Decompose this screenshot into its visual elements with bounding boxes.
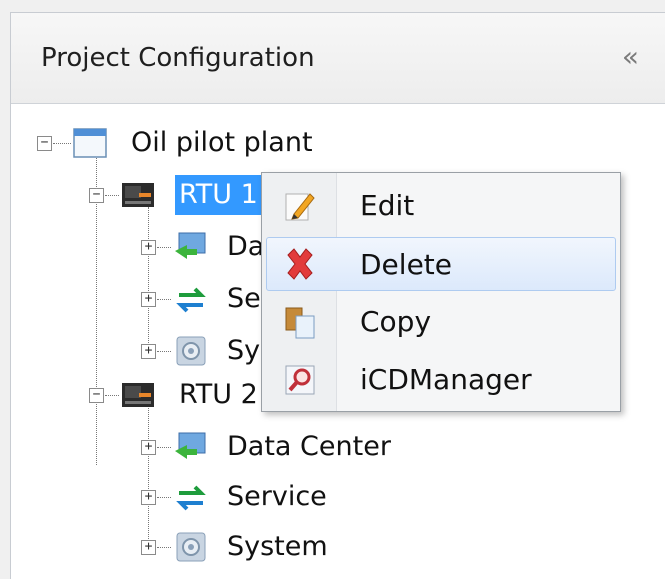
system-gear-icon <box>176 336 206 366</box>
tree-node-label: Oil pilot plant <box>131 127 313 158</box>
tree-node-root[interactable]: − Oil pilot plant <box>11 123 411 163</box>
system-gear-icon <box>176 532 206 562</box>
menu-item-label: Delete <box>360 248 452 281</box>
expand-toggle[interactable]: + <box>141 540 156 555</box>
expand-toggle[interactable]: + <box>141 344 156 359</box>
collapse-toggle[interactable]: − <box>89 388 104 403</box>
tree-node-service[interactable]: + Service <box>11 477 411 517</box>
expand-toggle[interactable]: + <box>141 490 156 505</box>
menu-item-label: Copy <box>360 305 432 338</box>
copy-icon <box>285 307 315 339</box>
tree-node-label: Service <box>227 481 327 512</box>
window-icon <box>73 128 107 158</box>
context-menu: Edit Delete Copy iCDManager <box>261 172 621 412</box>
tree-node-data-center[interactable]: + Data Center <box>11 427 411 467</box>
panel-header: Project Configuration « <box>11 13 665 104</box>
menu-item-label: iCDManager <box>360 363 532 396</box>
menu-item-label: Edit <box>360 189 415 222</box>
icdmanager-icon <box>285 365 315 395</box>
expand-toggle[interactable]: + <box>141 240 156 255</box>
data-center-icon <box>175 232 206 259</box>
delete-x-icon <box>287 248 313 280</box>
edit-pencil-icon <box>285 193 315 221</box>
data-center-icon <box>175 432 206 459</box>
menu-item-delete[interactable]: Delete <box>266 237 616 291</box>
tree-node-label: System <box>227 531 328 562</box>
tree-node-label: RTU 2 <box>179 379 258 410</box>
expand-toggle[interactable]: + <box>141 440 156 455</box>
rtu-device-icon <box>122 383 154 407</box>
tree-node-system[interactable]: + System <box>11 527 411 567</box>
collapse-icon[interactable]: « <box>622 41 639 73</box>
service-icon <box>176 287 206 313</box>
panel-title: Project Configuration <box>41 43 315 73</box>
rtu-device-icon <box>122 183 154 207</box>
tree-node-label: Data Center <box>227 431 391 462</box>
collapse-toggle[interactable]: − <box>37 136 52 151</box>
tree-connector <box>148 405 149 545</box>
service-icon <box>176 485 206 511</box>
menu-item-icdmanager[interactable]: iCDManager <box>266 353 616 407</box>
collapse-toggle[interactable]: − <box>89 188 104 203</box>
menu-item-copy[interactable]: Copy <box>266 295 616 349</box>
menu-item-edit[interactable]: Edit <box>266 179 616 233</box>
expand-toggle[interactable]: + <box>141 292 156 307</box>
